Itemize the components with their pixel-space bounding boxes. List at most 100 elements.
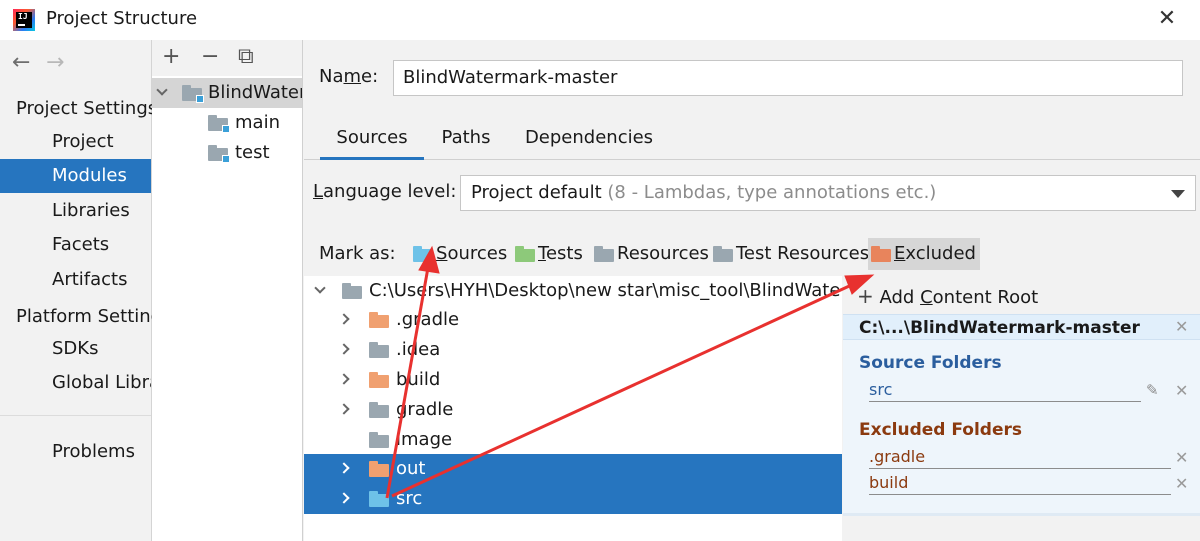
module-root-row[interactable]: BlindWatermark-master <box>156 78 303 108</box>
tree-row-out[interactable]: out <box>304 454 842 484</box>
mark-resources-button[interactable]: Resources <box>591 238 709 270</box>
nav-item-problems[interactable]: Problems <box>0 435 151 469</box>
source-folder-entry[interactable]: src <box>869 380 1141 402</box>
add-module-icon[interactable]: + <box>162 44 180 69</box>
mark-sources-button[interactable]: Sources <box>410 238 507 270</box>
modules-toolbar: + − ⧉ <box>152 40 302 76</box>
nav-item-modules[interactable]: Modules <box>0 159 151 193</box>
add-content-root-button[interactable]: + Add Content Root <box>857 284 1038 308</box>
dropdown-caret-icon[interactable] <box>1171 190 1185 198</box>
mark-test-resources-button[interactable]: Test Resources <box>710 238 869 270</box>
tree-row-gradle[interactable]: gradle <box>304 395 842 425</box>
settings-nav: ← → Project Settings Project Modules Libr… <box>0 40 171 541</box>
language-level-value: Project default <box>471 182 602 203</box>
tree-row-label: src <box>396 488 423 509</box>
chevron-down-icon[interactable] <box>156 84 168 96</box>
language-level-hint: (8 - Lambdas, type annotations etc.) <box>607 182 937 203</box>
source-folders-title: Source Folders <box>859 353 1002 373</box>
nav-divider <box>0 415 151 416</box>
nav-item-sdks[interactable]: SDKs <box>0 332 151 366</box>
source-folder-icon <box>369 491 389 507</box>
language-level-label: Language level: <box>313 181 457 202</box>
modules-panel: + − ⧉ BlindWatermark-master main test <box>152 40 303 541</box>
language-level-select[interactable]: Project default (8 - Lambdas, type annot… <box>460 175 1196 211</box>
sources-folder-icon <box>413 246 433 262</box>
folder-icon <box>342 283 362 299</box>
content-roots-panel: + Add Content Root C:\...\BlindWatermark… <box>843 276 1200 541</box>
mark-tests-button[interactable]: Tests <box>512 238 583 270</box>
mark-excluded-button[interactable]: Excluded <box>868 238 980 270</box>
content-root-header[interactable]: C:\...\BlindWatermark-master ✕ <box>843 314 1200 340</box>
tree-row-label: out <box>396 458 426 479</box>
excluded-folder-icon <box>369 372 389 388</box>
tab-dependencies[interactable]: Dependencies <box>514 116 664 160</box>
close-icon[interactable]: ✕ <box>1156 8 1178 30</box>
chevron-right-icon[interactable] <box>338 343 350 355</box>
nav-item-global-libraries[interactable]: Global Libraries <box>0 366 151 400</box>
tree-row-src[interactable]: src <box>304 484 842 514</box>
nav-item-project[interactable]: Project <box>0 125 151 159</box>
resources-folder-icon <box>594 246 614 262</box>
folder-icon <box>369 402 389 418</box>
remove-module-icon[interactable]: − <box>201 44 219 69</box>
nav-item-libraries[interactable]: Libraries <box>0 194 151 228</box>
platform-settings-heading: Platform Settings <box>16 306 172 327</box>
chevron-down-icon[interactable] <box>314 282 326 294</box>
test-resources-folder-icon <box>713 246 733 262</box>
excluded-folder-entry[interactable]: .gradle <box>869 447 1171 469</box>
back-arrow-icon[interactable]: ← <box>12 50 46 75</box>
remove-root-icon[interactable]: ✕ <box>1175 317 1188 336</box>
title-bar: IJ Project Structure ✕ <box>0 0 1200 40</box>
module-child-label: main <box>235 112 280 133</box>
chevron-right-icon[interactable] <box>338 313 350 325</box>
tree-row-build[interactable]: build <box>304 365 842 395</box>
module-child-label: test <box>235 142 270 163</box>
excluded-folder-icon <box>369 312 389 328</box>
tree-row-label: image <box>396 429 453 450</box>
tree-row-label: build <box>396 369 441 390</box>
remove-source-folder-icon[interactable]: ✕ <box>1175 381 1188 400</box>
remove-excluded-folder-icon[interactable]: ✕ <box>1175 474 1188 493</box>
remove-excluded-folder-icon[interactable]: ✕ <box>1175 448 1188 467</box>
nav-history: ← → <box>12 50 80 75</box>
plus-icon: + <box>857 284 874 308</box>
tree-row-gradle-hidden[interactable]: .gradle <box>304 305 842 335</box>
name-field[interactable]: BlindWatermark-master <box>393 60 1183 96</box>
window-title: Project Structure <box>46 8 198 29</box>
chevron-right-icon[interactable] <box>338 462 350 474</box>
module-folder-icon <box>208 145 230 163</box>
module-folder-icon <box>182 85 204 103</box>
module-name: BlindWatermark-master <box>208 82 303 103</box>
mark-as-label: Mark as: <box>319 243 396 264</box>
excluded-folders-title: Excluded Folders <box>859 420 1023 440</box>
tree-root-path: C:\Users\HYH\Desktop\new star\misc_tool\… <box>369 280 842 301</box>
intellij-logo-icon: IJ <box>13 9 35 31</box>
chevron-right-icon[interactable] <box>338 403 350 415</box>
module-tabs: Sources Paths Dependencies <box>304 116 1200 160</box>
chevron-right-icon[interactable] <box>338 373 350 385</box>
excluded-folder-icon <box>369 461 389 477</box>
tab-paths[interactable]: Paths <box>430 116 502 160</box>
content-root-details: Source Folders src ✎ ✕ Excluded Folders … <box>843 340 1200 516</box>
module-folder-icon <box>208 115 230 133</box>
forward-arrow-icon[interactable]: → <box>46 50 80 75</box>
add-root-label: Add <box>879 287 921 308</box>
chevron-right-icon[interactable] <box>338 492 350 504</box>
tree-row-label: gradle <box>396 399 454 420</box>
folder-icon <box>369 432 389 448</box>
excluded-folder-icon <box>871 246 891 262</box>
tree-row-label: .gradle <box>396 309 460 330</box>
tree-row-idea[interactable]: .idea <box>304 335 842 365</box>
nav-item-artifacts[interactable]: Artifacts <box>0 263 151 297</box>
tab-sources[interactable]: Sources <box>320 116 424 160</box>
tree-root-row[interactable]: C:\Users\HYH\Desktop\new star\misc_tool\… <box>304 276 842 306</box>
copy-module-icon[interactable]: ⧉ <box>238 44 254 69</box>
edit-pencil-icon[interactable]: ✎ <box>1146 381 1159 399</box>
nav-item-facets[interactable]: Facets <box>0 228 151 262</box>
folder-icon <box>369 342 389 358</box>
tests-folder-icon <box>515 246 535 262</box>
project-settings-heading: Project Settings <box>16 98 158 119</box>
excluded-folder-entry[interactable]: build <box>869 473 1171 495</box>
tree-row-image[interactable]: image <box>304 425 842 455</box>
content-root-tree: C:\Users\HYH\Desktop\new star\misc_tool\… <box>304 276 842 541</box>
